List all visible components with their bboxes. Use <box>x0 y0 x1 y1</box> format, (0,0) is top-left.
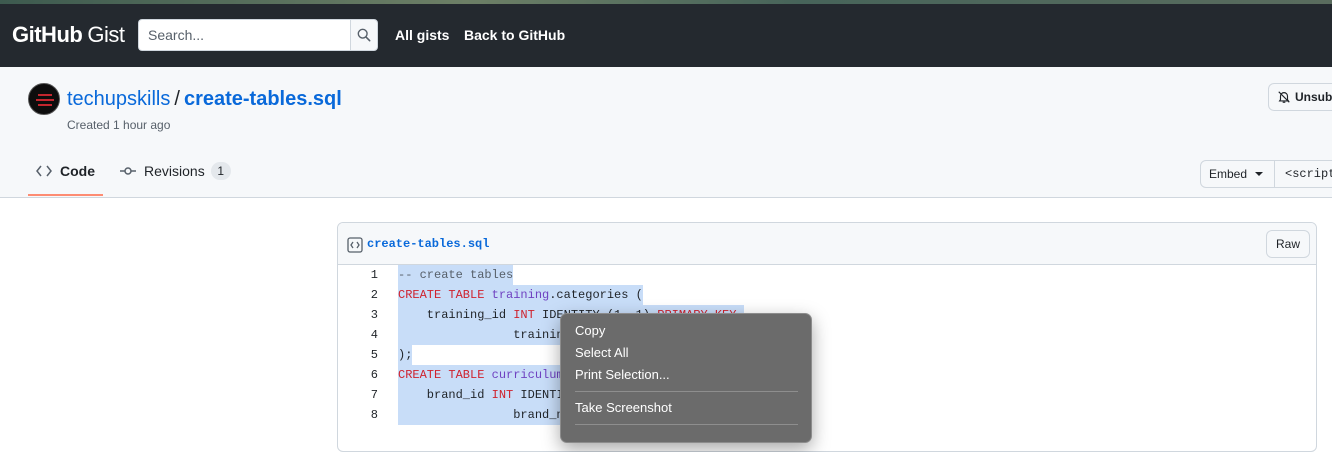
menu-separator <box>575 391 798 392</box>
menu-item-copy[interactable]: Copy <box>575 323 605 338</box>
raw-button[interactable]: Raw <box>1266 230 1310 258</box>
logo-github-text: GitHub <box>12 22 83 47</box>
tab-code-label: Code <box>60 163 95 179</box>
line-content: -- create tables <box>398 265 514 285</box>
nav-all-gists[interactable]: All gists <box>395 27 449 43</box>
code-line: 4 training_ <box>338 325 1316 345</box>
line-content: CREATE TABLE training.categories ( <box>398 285 643 305</box>
header-accent-strip <box>0 0 1332 4</box>
line-number[interactable]: 6 <box>338 365 378 385</box>
line-number[interactable]: 1 <box>338 265 378 285</box>
file-box: create-tables.sql Raw 1 -- create tables… <box>337 222 1317 452</box>
code-line: 6 CREATE TABLE curriculum <box>338 365 1316 385</box>
gist-filename-link[interactable]: create-tables.sql <box>184 88 342 110</box>
embed-label: Embed <box>1209 167 1248 181</box>
bell-slash-icon <box>1278 91 1290 103</box>
tab-revisions-label: Revisions <box>144 163 205 179</box>
file-code-icon <box>347 237 363 253</box>
code-line: 5 ); <box>338 345 1316 365</box>
tab-revisions[interactable]: Revisions 1 <box>118 154 231 196</box>
embed-code-input[interactable]: <script src=" <box>1275 160 1332 188</box>
search-button[interactable] <box>350 19 378 51</box>
title-separator: / <box>174 88 180 110</box>
logo-gist-text: Gist <box>87 22 125 47</box>
menu-item-print-selection[interactable]: Print Selection... <box>575 367 670 382</box>
line-number[interactable]: 8 <box>338 405 378 425</box>
code-line: 7 brand_id INT IDENTI <box>338 385 1316 405</box>
code-line: 2 CREATE TABLE training.categories ( <box>338 285 1316 305</box>
code-line: 8 brand_na <box>338 405 1316 425</box>
embed-control: Embed <script src=" <box>1200 160 1332 188</box>
search-icon <box>357 28 371 42</box>
unsubscribe-button[interactable]: Unsub <box>1268 83 1332 111</box>
gist-header: techupskills / create-tables.sql Created 1… <box>0 67 1332 198</box>
git-commit-icon <box>120 167 136 175</box>
menu-item-select-all[interactable]: Select All <box>575 345 628 360</box>
unsubscribe-label: Unsub <box>1295 90 1332 104</box>
search-form <box>138 19 378 51</box>
site-header: GitHubGist All gists Back to GitHub <box>0 0 1332 67</box>
line-content: ); <box>398 345 413 365</box>
line-number[interactable]: 3 <box>338 305 378 325</box>
triangle-down-icon <box>1255 172 1264 176</box>
line-content: brand_na <box>398 405 571 425</box>
github-gist-logo[interactable]: GitHub Gist <box>12 22 125 48</box>
search-input[interactable] <box>138 19 350 51</box>
line-number[interactable]: 7 <box>338 385 378 405</box>
embed-dropdown-button[interactable]: Embed <box>1200 160 1275 188</box>
owner-link[interactable]: techupskills <box>67 88 170 110</box>
revisions-count-badge: 1 <box>210 162 231 180</box>
line-number[interactable]: 2 <box>338 285 378 305</box>
tab-code[interactable]: Code <box>28 154 103 196</box>
nav-back-to-github[interactable]: Back to GitHub <box>464 27 565 43</box>
gist-title: techupskills / create-tables.sql <box>67 88 342 111</box>
avatar[interactable] <box>28 83 60 115</box>
line-content: CREATE TABLE curriculum <box>398 365 564 385</box>
gist-created-meta: Created 1 hour ago <box>67 118 171 132</box>
menu-item-take-screenshot[interactable]: Take Screenshot <box>575 400 672 415</box>
file-name-link[interactable]: create-tables.sql <box>367 237 489 251</box>
context-menu: Copy Select All Print Selection... Take … <box>560 313 812 443</box>
line-number[interactable]: 4 <box>338 325 378 345</box>
code-line: 1 -- create tables <box>338 265 1316 285</box>
line-content: training_ <box>398 325 579 345</box>
code-icon <box>36 165 52 177</box>
line-content: brand_id INT IDENTI <box>398 385 564 405</box>
menu-separator <box>575 424 798 425</box>
file-header: create-tables.sql Raw <box>338 223 1316 265</box>
code-line: 3 training_id INT IDENTITY (1, 1) PRIMAR… <box>338 305 1316 325</box>
line-number[interactable]: 5 <box>338 345 378 365</box>
